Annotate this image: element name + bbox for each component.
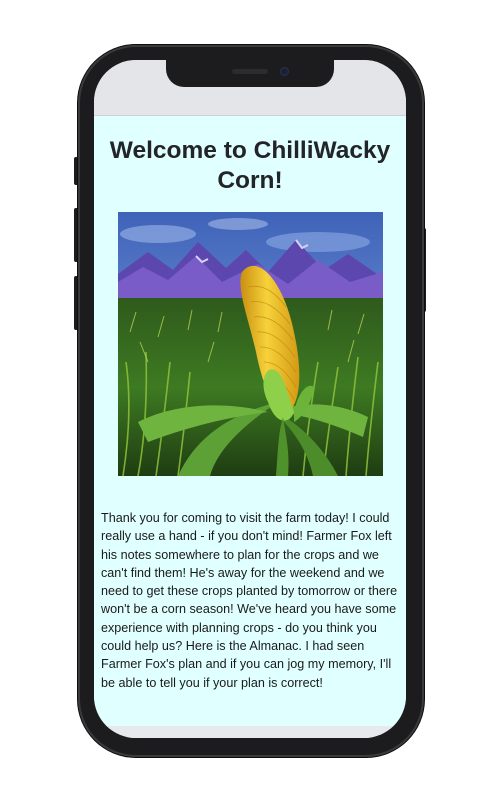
page-title: Welcome to ChilliWacky Corn!: [109, 137, 391, 194]
intro-paragraph: Thank you for coming to visit the farm t…: [101, 511, 398, 690]
front-camera: [280, 67, 289, 76]
hero-image-corn: [117, 212, 383, 476]
phone-screen: Welcome to ChilliWacky Corn! Thank you f…: [94, 60, 406, 738]
home-indicator-area: [94, 726, 406, 738]
speaker-grille: [232, 69, 268, 74]
web-page[interactable]: Welcome to ChilliWacky Corn! Thank you f…: [94, 116, 406, 726]
notch: [166, 60, 334, 87]
browser-status-bar: [94, 60, 406, 116]
